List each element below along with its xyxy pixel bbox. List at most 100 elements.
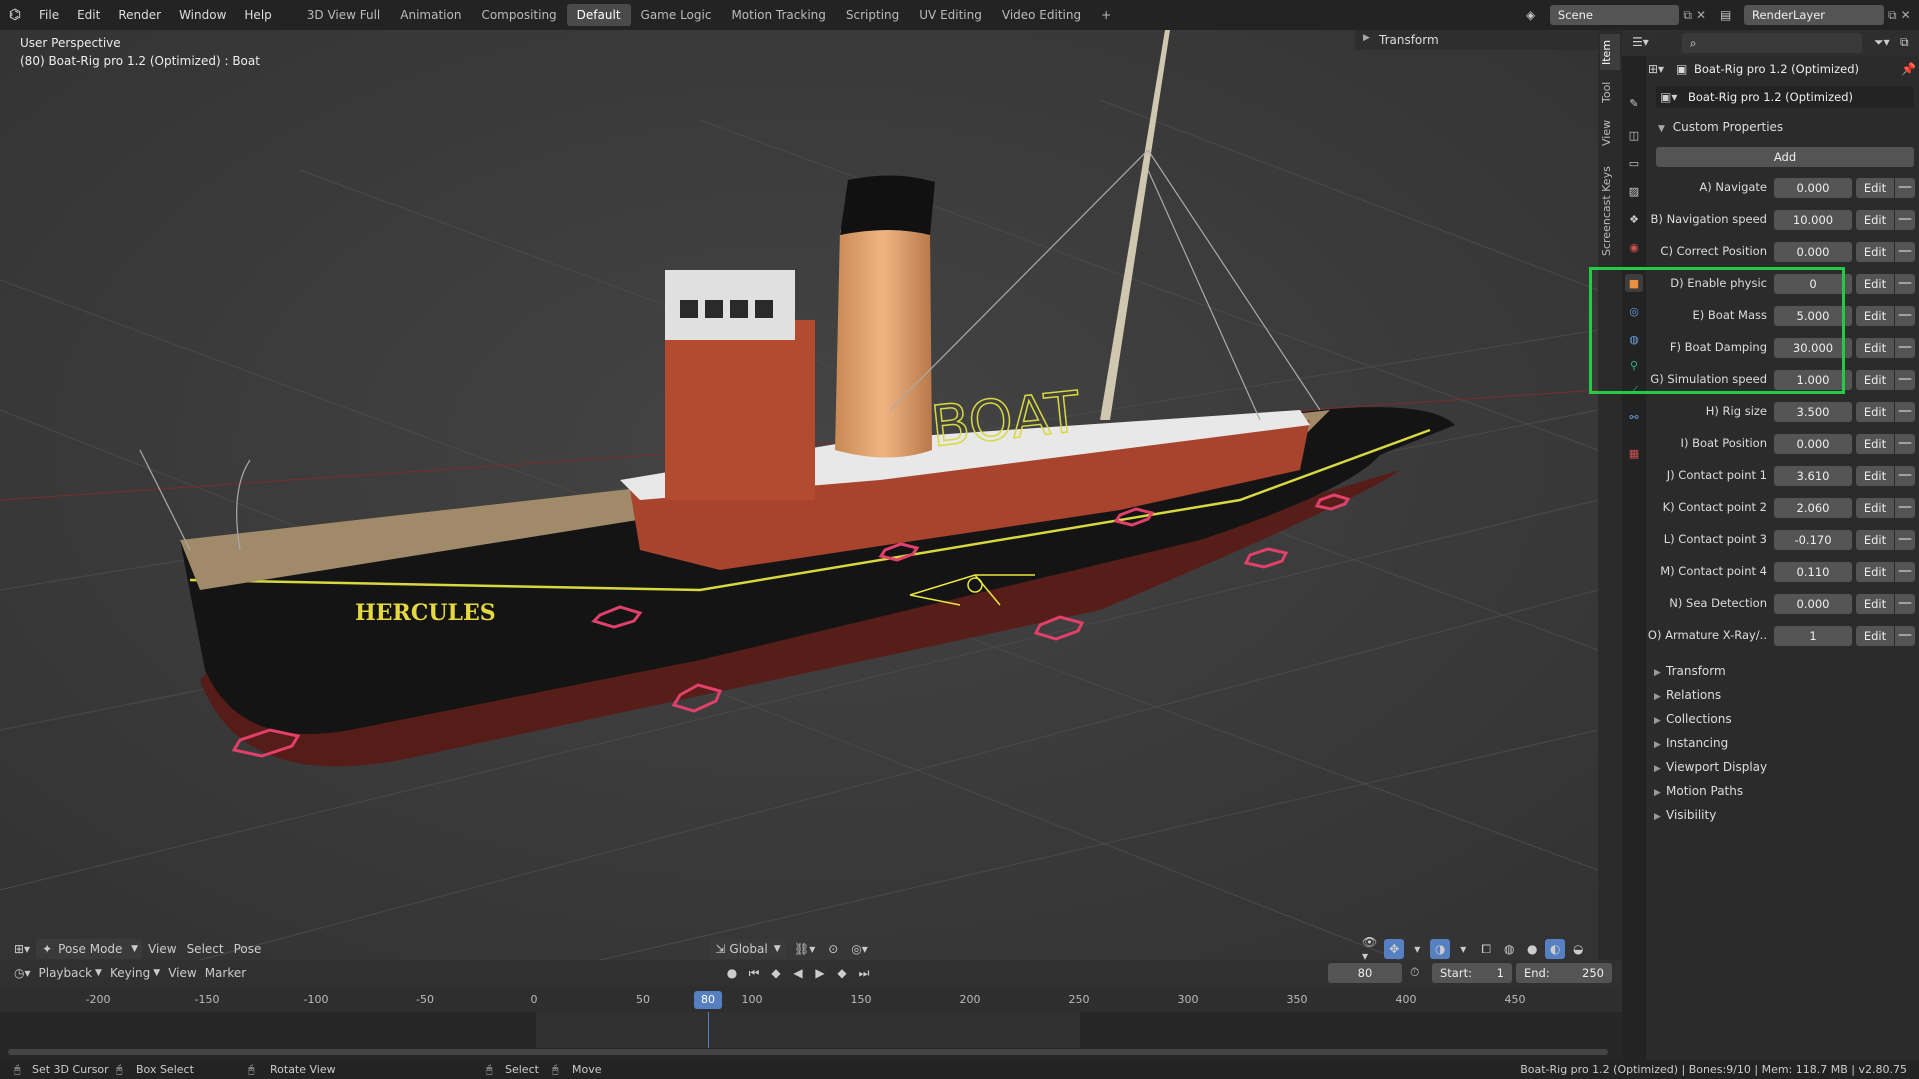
editor-type-icon[interactable]: ☰▾ (1632, 35, 1649, 49)
section-transform[interactable]: ▶ Transform (1654, 664, 1726, 678)
menu-window[interactable]: Window (170, 0, 235, 30)
edit-button[interactable]: Edit (1856, 306, 1894, 326)
property-value[interactable]: 0.000 (1774, 434, 1852, 454)
end-frame-field[interactable]: End: 250 (1516, 963, 1612, 983)
remove-button[interactable]: — (1895, 274, 1915, 294)
rendered-shading-icon[interactable]: ◒ (1568, 939, 1588, 959)
workspace-tab-video-editing[interactable]: Video Editing (992, 4, 1091, 26)
play-icon[interactable]: ▶ (810, 963, 830, 983)
property-value[interactable]: 3.610 (1774, 466, 1852, 486)
property-value[interactable]: 1 (1774, 626, 1852, 646)
object-name[interactable]: Boat-Rig pro 1.2 (Optimized) (1694, 62, 1859, 76)
edit-button[interactable]: Edit (1856, 594, 1894, 614)
edit-button[interactable]: Edit (1856, 338, 1894, 358)
play-reverse-icon[interactable]: ◀ (788, 963, 808, 983)
section-relations[interactable]: ▶ Relations (1654, 688, 1721, 702)
section-motion-paths[interactable]: ▶ Motion Paths (1654, 784, 1743, 798)
edit-button[interactable]: Edit (1856, 530, 1894, 550)
property-value[interactable]: -0.170 (1774, 530, 1852, 550)
edit-button[interactable]: Edit (1856, 210, 1894, 230)
timeline-area[interactable]: -200 -150 -100 -50 0 50 100 150 200 250 … (0, 986, 1622, 1060)
scene-selector[interactable]: ◈ Scene ⧉ ✕ (1526, 4, 1706, 26)
object-type-icon[interactable]: ⊞▾ (1648, 62, 1676, 76)
edit-button[interactable]: Edit (1856, 178, 1894, 198)
scene-icon[interactable]: ❖ (1625, 210, 1643, 228)
workspace-tab-3d-view-full[interactable]: 3D View Full (297, 4, 391, 26)
render-layer-selector[interactable]: ▤ RenderLayer ⧉ ✕ (1720, 4, 1916, 26)
output-icon[interactable]: ▭ (1625, 154, 1643, 172)
prev-keyframe-icon[interactable]: ◆ (766, 963, 786, 983)
edit-button[interactable]: Edit (1856, 434, 1894, 454)
edit-button[interactable]: Edit (1856, 402, 1894, 422)
workspace-tab-scripting[interactable]: Scripting (836, 4, 909, 26)
remove-button[interactable]: — (1895, 562, 1915, 582)
tab-tool[interactable]: Tool (1600, 74, 1620, 110)
transform-panel-header[interactable]: ▶ Transform (1355, 30, 1598, 50)
editor-type-icon[interactable]: ◷▾ (10, 963, 35, 983)
property-value[interactable]: 0.000 (1774, 178, 1852, 198)
frame-ruler[interactable]: -200 -150 -100 -50 0 50 100 150 200 250 … (0, 986, 1622, 1012)
jump-start-icon[interactable]: ⏮ (744, 963, 764, 983)
texture-icon[interactable]: ▦ (1625, 444, 1643, 462)
world-icon[interactable]: ◉ (1625, 238, 1643, 256)
remove-button[interactable]: — (1895, 466, 1915, 486)
property-value[interactable]: 0.000 (1774, 594, 1852, 614)
property-value[interactable]: 0.110 (1774, 562, 1852, 582)
close-icon[interactable]: ✕ (1696, 8, 1706, 22)
remove-button[interactable]: — (1895, 498, 1915, 518)
menu-view[interactable]: View (164, 963, 200, 983)
visibility-icon[interactable]: 👁▾ (1358, 935, 1381, 960)
menu-pose[interactable]: Pose (230, 939, 266, 959)
section-instancing[interactable]: ▶ Instancing (1654, 736, 1728, 750)
view-layer-icon[interactable]: ▨ (1625, 182, 1643, 200)
property-value[interactable]: 0.000 (1774, 242, 1852, 262)
xray-icon[interactable]: ⧠ (1476, 939, 1496, 959)
edit-button[interactable]: Edit (1856, 626, 1894, 646)
pivot-icon[interactable]: ⛓▾ (790, 939, 819, 959)
timeline-scrollbar[interactable] (8, 1049, 1608, 1055)
gizmo-toggle-icon[interactable]: ✥ (1384, 939, 1405, 959)
bone-constraint-icon[interactable]: ⚯ (1625, 408, 1643, 426)
menu-keying[interactable]: Keying ▼ (106, 963, 164, 983)
remove-button[interactable]: — (1895, 242, 1915, 262)
workspace-tab-game-logic[interactable]: Game Logic (631, 4, 722, 26)
data-block-selector[interactable]: ▣▾ Boat-Rig pro 1.2 (Optimized) (1656, 86, 1914, 108)
jump-end-icon[interactable]: ⏭ (854, 963, 874, 983)
menu-file[interactable]: File (30, 0, 68, 30)
edit-button[interactable]: Edit (1856, 498, 1894, 518)
playhead[interactable]: 80 (694, 991, 722, 1009)
render-icon[interactable]: ◫ (1625, 126, 1643, 144)
shading-dropdown-icon[interactable]: ▾ (1591, 939, 1598, 959)
remove-button[interactable]: — (1895, 594, 1915, 614)
orientation-selector[interactable]: ⇲ Global ▼ (710, 939, 786, 959)
gizmo-dropdown-icon[interactable]: ▾ (1407, 939, 1427, 959)
filter-icon[interactable]: ⏷▾ (1874, 35, 1890, 50)
workspace-tab-uv-editing[interactable]: UV Editing (909, 4, 992, 26)
render-layer-field[interactable]: RenderLayer (1744, 5, 1884, 25)
remove-button[interactable]: — (1895, 530, 1915, 550)
editor-type-icon[interactable]: ⊞▾ (10, 939, 34, 959)
start-frame-field[interactable]: Start: 1 (1432, 963, 1512, 983)
menu-help[interactable]: Help (235, 0, 280, 30)
blender-logo-icon[interactable]: ⌬ (0, 7, 30, 23)
proportional-edit-icon[interactable]: ◎▾ (847, 939, 872, 959)
section-collections[interactable]: ▶ Collections (1654, 712, 1732, 726)
menu-render[interactable]: Render (109, 0, 170, 30)
section-viewport-display[interactable]: ▶ Viewport Display (1654, 760, 1767, 774)
properties-search[interactable]: ⌕ (1682, 33, 1862, 53)
copy-icon[interactable]: ⧉ (1683, 8, 1692, 23)
copy-icon[interactable]: ⧉ (1888, 8, 1897, 23)
menu-select[interactable]: Select (183, 939, 228, 959)
tab-item[interactable]: Item (1600, 34, 1620, 70)
snap-icon[interactable]: ⊙ (823, 939, 843, 959)
wireframe-shading-icon[interactable]: ◍ (1499, 939, 1519, 959)
next-keyframe-icon[interactable]: ◆ (832, 963, 852, 983)
menu-playback[interactable]: Playback ▼ (35, 963, 106, 983)
menu-marker[interactable]: Marker (201, 963, 250, 983)
remove-button[interactable]: — (1895, 338, 1915, 358)
add-property-button[interactable]: Add (1656, 147, 1914, 167)
close-icon[interactable]: ✕ (1901, 8, 1911, 22)
menu-edit[interactable]: Edit (68, 0, 109, 30)
workspace-tab-default[interactable]: Default (566, 4, 631, 26)
edit-button[interactable]: Edit (1856, 370, 1894, 390)
